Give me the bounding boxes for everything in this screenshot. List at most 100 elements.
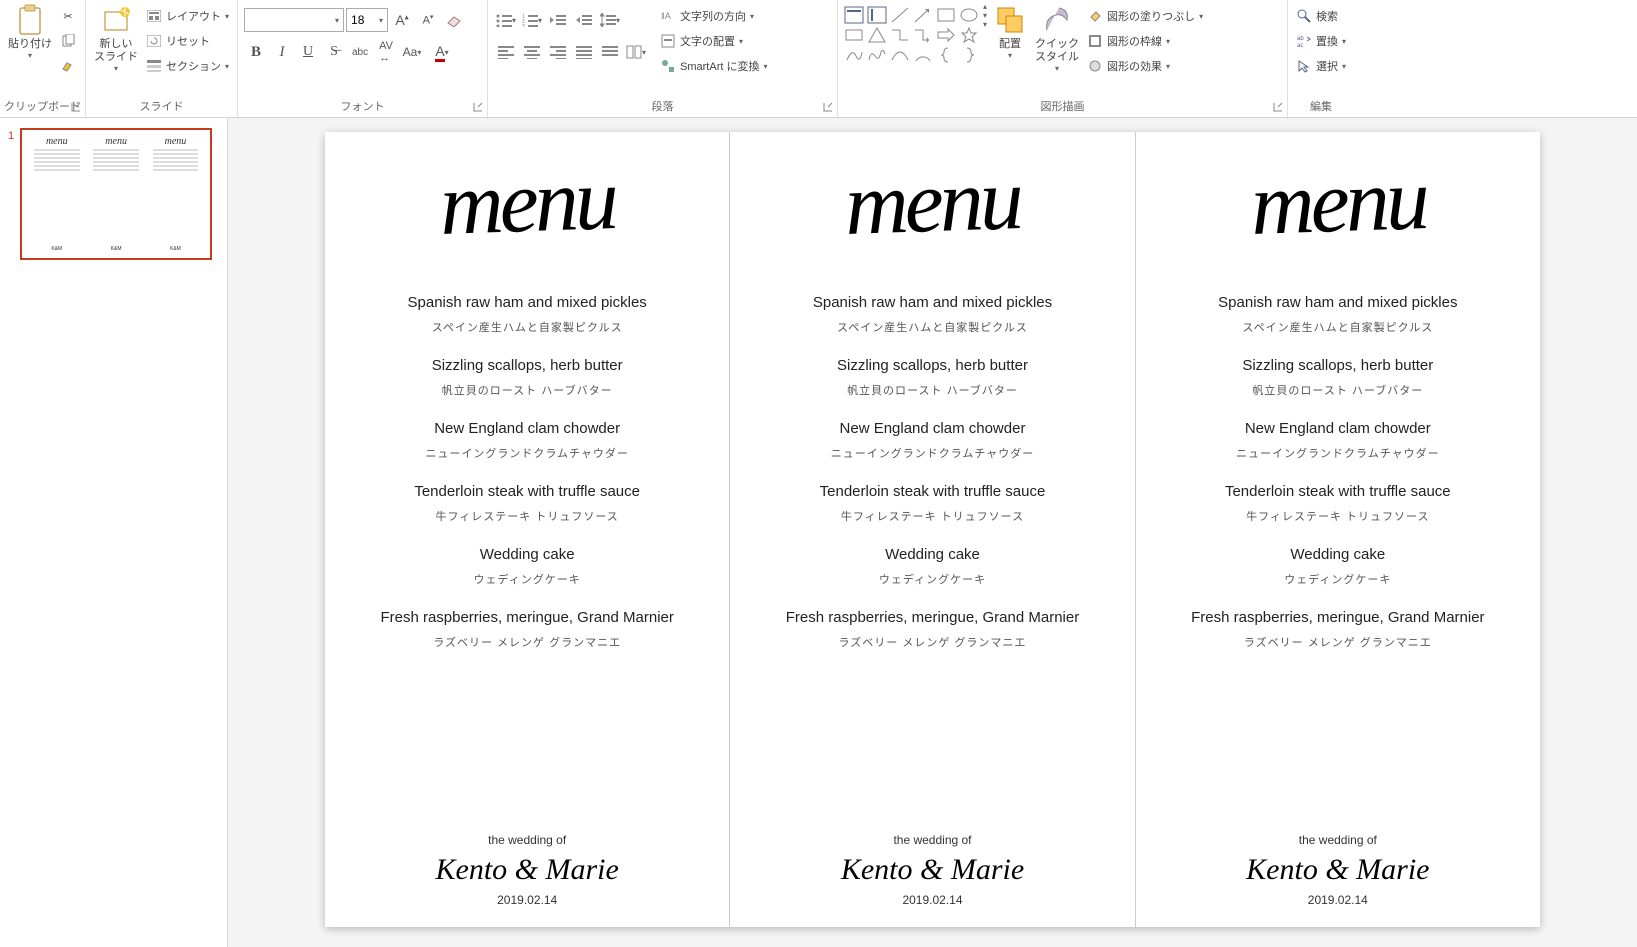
shape-arrow-icon[interactable] [913,6,933,24]
char-spacing-button[interactable]: AV↔ [374,40,398,64]
new-slide-button[interactable]: 新しい スライド ▾ [90,2,142,76]
menu-item-ja[interactable]: ニューイングランドクラムチャウダー [1236,445,1440,461]
arrange-button[interactable]: 配置 ▾ [989,2,1031,63]
more-icon[interactable]: ▾ [983,20,987,29]
menu-item-ja[interactable]: ラズベリー メレンゲ グランマニエ [1244,634,1432,650]
wedding-of-label[interactable]: the wedding of [488,833,566,847]
date-label[interactable]: 2019.02.14 [902,893,962,907]
menu-item-ja[interactable]: 帆立貝のロースト ハーブバター [847,382,1018,398]
dialog-launcher-icon[interactable] [1271,100,1285,114]
menu-item-en[interactable]: Spanish raw ham and mixed pickles [813,294,1052,311]
font-color-button[interactable]: A▾ [426,40,458,64]
menu-item-ja[interactable]: ウェディングケーキ [879,571,986,587]
text-direction-button[interactable]: ‖A文字列の方向▾ [656,4,771,28]
menu-item-ja[interactable]: 牛フィレステーキ トリュフソース [841,508,1024,524]
wedding-of-label[interactable]: the wedding of [893,833,971,847]
shape-triangle-icon[interactable] [867,26,887,44]
menu-item-ja[interactable]: スペイン産生ハムと自家製ピクルス [837,319,1028,335]
names-label[interactable]: Kento & Marie [436,853,619,887]
menu-item-en[interactable]: New England clam chowder [1245,420,1431,437]
menu-item-en[interactable]: Tenderloin steak with truffle sauce [820,483,1046,500]
menu-item-ja[interactable]: スペイン産生ハムと自家製ピクルス [1242,319,1433,335]
shape-line-icon[interactable] [890,6,910,24]
change-case-button[interactable]: Aa▾ [400,40,424,64]
slide-thumbnail-item[interactable]: 1 menuK&M menuK&M menuK&M [8,128,219,260]
strikethrough-button[interactable]: S̶ [322,40,346,64]
shape-textbox-icon[interactable] [844,6,864,24]
menu-item-ja[interactable]: ニューイングランドクラムチャウダー [425,445,629,461]
menu-title[interactable]: menu [1249,169,1426,237]
shape-elbow-icon[interactable] [890,26,910,44]
text-shadow-button[interactable]: abc [348,40,372,64]
menu-item-ja[interactable]: ラズベリー メレンゲ グランマニエ [839,634,1027,650]
menu-item-ja[interactable]: 牛フィレステーキ トリュフソース [436,508,619,524]
names-label[interactable]: Kento & Marie [1246,853,1429,887]
names-label[interactable]: Kento & Marie [841,853,1024,887]
menu-item-ja[interactable]: スペイン産生ハムと自家製ピクルス [432,319,623,335]
menu-item-ja[interactable]: 帆立貝のロースト ハーブバター [442,382,613,398]
dialog-launcher-icon[interactable] [821,100,835,114]
cut-button[interactable]: ✂ [56,4,80,28]
menu-item-en[interactable]: New England clam chowder [840,420,1026,437]
italic-button[interactable]: I [270,40,294,64]
menu-item-en[interactable]: Fresh raspberries, meringue, Grand Marni… [786,609,1079,626]
menu-item-en[interactable]: Sizzling scallops, herb butter [432,357,623,374]
shape-brace-left-icon[interactable] [936,46,956,64]
shape-freeform-icon[interactable] [844,46,864,64]
bullets-button[interactable]: ▾ [494,8,518,32]
menu-item-ja[interactable]: ウェディングケーキ [1284,571,1391,587]
shape-brace-right-icon[interactable] [959,46,979,64]
menu-title[interactable]: menu [439,169,616,237]
decrease-font-button[interactable]: A▾ [416,8,440,32]
align-text-button[interactable]: 文字の配置▾ [656,29,771,53]
quick-styles-button[interactable]: クイック スタイル ▾ [1031,2,1083,76]
shape-fill-button[interactable]: 図形の塗りつぶし▾ [1083,4,1207,28]
slide-thumbnail[interactable]: menuK&M menuK&M menuK&M [20,128,212,260]
menu-item-en[interactable]: Spanish raw ham and mixed pickles [1218,294,1457,311]
dialog-launcher-icon[interactable] [69,100,83,114]
underline-button[interactable]: U [296,40,320,64]
distribute-button[interactable] [598,40,622,64]
menu-item-ja[interactable]: 牛フィレステーキ トリュフソース [1246,508,1429,524]
slide-editor[interactable]: menu Spanish raw ham and mixed pickles スペイ… [228,118,1637,947]
format-painter-button[interactable] [56,54,80,78]
menu-item-en[interactable]: Sizzling scallops, herb butter [1242,357,1433,374]
menu-item-en[interactable]: Tenderloin steak with truffle sauce [1225,483,1451,500]
smartart-button[interactable]: SmartArt に変換▾ [656,54,771,78]
menu-item-en[interactable]: Wedding cake [480,546,575,563]
line-spacing-button[interactable]: ▾ [598,8,622,32]
menu-item-en[interactable]: Wedding cake [885,546,980,563]
chevron-down-icon[interactable]: ▾ [983,11,987,20]
menu-item-ja[interactable]: ラズベリー メレンゲ グランマニエ [433,634,621,650]
columns-button[interactable]: ▾ [624,40,648,64]
dialog-launcher-icon[interactable] [471,100,485,114]
shape-rect-icon[interactable] [936,6,956,24]
menu-item-en[interactable]: Fresh raspberries, meringue, Grand Marni… [380,609,673,626]
menu-item-en[interactable]: New England clam chowder [434,420,620,437]
shape-scribble-icon[interactable] [867,46,887,64]
shape-curve-icon[interactable] [890,46,910,64]
section-button[interactable]: セクション▾ [142,54,233,78]
shape-connector-icon[interactable] [913,26,933,44]
bold-button[interactable]: B [244,40,268,64]
copy-button[interactable] [56,29,80,53]
font-name-combo[interactable]: ▾ [244,8,344,32]
clear-format-button[interactable] [442,8,466,32]
slide-canvas[interactable]: menu Spanish raw ham and mixed pickles スペイ… [325,132,1540,927]
align-center-button[interactable] [520,40,544,64]
layout-button[interactable]: レイアウト▾ [142,4,233,28]
reset-button[interactable]: リセット [142,29,233,53]
numbering-button[interactable]: 123▾ [520,8,544,32]
paste-button[interactable]: 貼り付け ▾ [4,2,56,63]
shape-oval-icon[interactable] [959,6,979,24]
menu-item-ja[interactable]: ニューイングランドクラムチャウダー [831,445,1035,461]
wedding-of-label[interactable]: the wedding of [1299,833,1377,847]
increase-indent-button[interactable] [572,8,596,32]
align-right-button[interactable] [546,40,570,64]
menu-item-en[interactable]: Fresh raspberries, meringue, Grand Marni… [1191,609,1484,626]
shapes-gallery[interactable] [842,2,981,68]
date-label[interactable]: 2019.02.14 [497,893,557,907]
font-size-combo[interactable]: 18▾ [346,8,388,32]
chevron-up-icon[interactable]: ▴ [983,2,987,11]
find-button[interactable]: 検索 [1292,4,1350,28]
